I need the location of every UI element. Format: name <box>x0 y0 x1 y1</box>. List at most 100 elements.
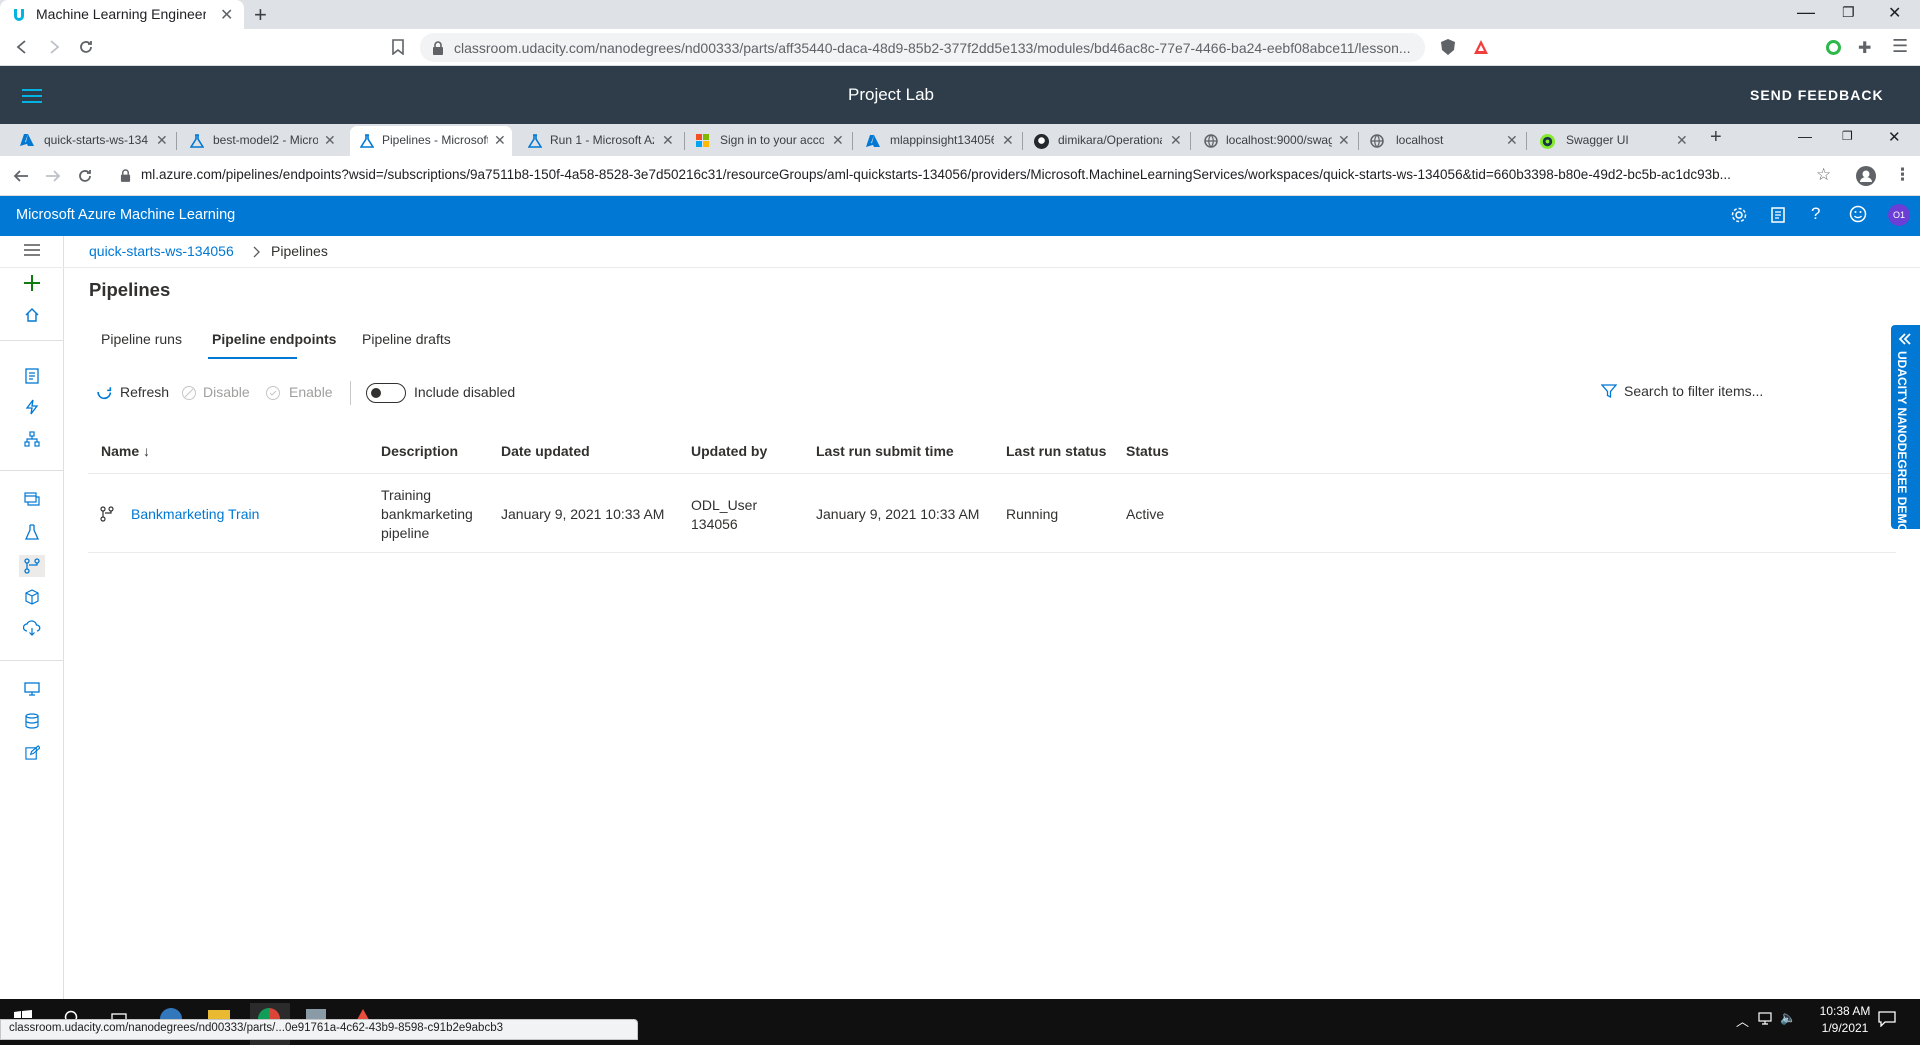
column-header-name[interactable]: Name ↓ <box>101 443 150 459</box>
pipelines-icon[interactable] <box>24 558 40 574</box>
tab-close-icon: ✕ <box>662 132 674 148</box>
inner-tab-label: localhost:9000/swagger <box>1226 133 1332 147</box>
inner-url[interactable]: ml.azure.com/pipelines/endpoints?wsid=/s… <box>141 167 1801 182</box>
models-icon[interactable] <box>24 589 40 605</box>
disable-icon <box>182 386 196 400</box>
home-icon[interactable] <box>24 307 40 323</box>
send-feedback-button[interactable]: SEND FEEDBACK <box>1750 66 1884 124</box>
compute-icon[interactable] <box>24 681 40 697</box>
brave-shield-icon[interactable] <box>1440 38 1456 56</box>
taskbar-clock[interactable]: 10:38 AM 1/9/2021 <box>1800 1003 1890 1037</box>
datastores-icon[interactable] <box>25 713 39 729</box>
column-header-description[interactable]: Description <box>381 443 458 459</box>
avatar[interactable]: O1 <box>1888 204 1910 226</box>
inner-minimize-icon[interactable]: — <box>1798 128 1812 144</box>
inner-tab-active[interactable]: Pipelines - Microsoft ✕ <box>350 126 512 156</box>
azure-title: Microsoft Azure Machine Learning <box>16 207 236 223</box>
restore-icon[interactable]: ❐ <box>1842 4 1855 21</box>
inner-tab[interactable]: best-model2 - Microsoft ✕ <box>190 126 340 156</box>
star-icon[interactable]: ☆ <box>1816 165 1831 185</box>
inner-tab[interactable]: Sign in to your account ✕ <box>694 126 846 156</box>
disable-button[interactable]: Disable <box>203 384 250 400</box>
forward-icon[interactable] <box>46 39 62 55</box>
tab-pipeline-runs[interactable]: Pipeline runs <box>101 331 182 347</box>
breadcrumb-workspace-link[interactable]: quick-starts-ws-134056 <box>89 243 234 259</box>
include-disabled-toggle[interactable] <box>366 383 406 403</box>
cell-description-line: bankmarketing <box>381 506 473 522</box>
feedback-smiley-icon[interactable] <box>1849 205 1867 223</box>
inner-tab[interactable]: localhost ✕ <box>1370 126 1520 156</box>
tab-pipeline-drafts[interactable]: Pipeline drafts <box>362 331 451 347</box>
outer-url[interactable]: classroom.udacity.com/nanodegrees/nd0033… <box>454 40 1414 56</box>
column-header-date-updated[interactable]: Date updated <box>501 443 590 459</box>
tray-chevron-icon[interactable]: ︿ <box>1736 1011 1749 1030</box>
extension-green-icon[interactable] <box>1826 40 1841 55</box>
inner-forward-icon[interactable] <box>45 168 61 184</box>
project-lab-title: Project Lab <box>848 85 934 104</box>
tab-close-icon: ✕ <box>1170 132 1182 148</box>
inner-reload-icon[interactable] <box>77 168 93 184</box>
automated-ml-icon[interactable] <box>24 399 40 415</box>
tab-close-icon: ✕ <box>156 132 168 148</box>
volume-muted-icon[interactable]: 🔈 <box>1780 1010 1796 1026</box>
udacity-demo-label: UDACITY NANODEGREE DEMO <box>1895 351 1909 533</box>
back-icon[interactable] <box>14 39 30 55</box>
tab-close-icon: ✕ <box>324 132 336 148</box>
notebooks-icon[interactable] <box>25 368 39 384</box>
new-tab-icon[interactable]: + <box>254 2 267 28</box>
data-labeling-icon[interactable] <box>25 745 40 760</box>
inner-tab-label: mlappinsight134056 <box>890 133 994 147</box>
pipeline-name-link[interactable]: Bankmarketing Train <box>131 505 259 524</box>
column-header-status[interactable]: Status <box>1126 443 1169 459</box>
table-row[interactable] <box>88 474 1896 552</box>
refresh-button[interactable]: Refresh <box>120 384 169 400</box>
include-disabled-label: Include disabled <box>414 384 516 400</box>
extensions-puzzle-icon[interactable]: ✚ <box>1858 38 1871 58</box>
column-header-last-run-submit-time[interactable]: Last run submit time <box>816 443 954 459</box>
profile-icon[interactable] <box>1856 166 1876 186</box>
kebab-menu-icon[interactable]: ⋮ <box>1894 165 1911 185</box>
bookmark-icon[interactable] <box>391 39 405 55</box>
designer-icon[interactable] <box>24 431 40 447</box>
reload-icon[interactable] <box>78 39 94 55</box>
outer-tab-close-icon[interactable]: ✕ <box>220 5 233 25</box>
inner-tab[interactable]: localhost:9000/swagger ✕ <box>1204 126 1354 156</box>
inner-tab[interactable]: mlappinsight134056 ✕ <box>864 126 1016 156</box>
brave-rewards-icon[interactable] <box>1473 39 1489 55</box>
enable-button[interactable]: Enable <box>289 384 333 400</box>
cell-description-line: pipeline <box>381 525 430 541</box>
inner-restore-icon[interactable]: ❐ <box>1842 129 1853 143</box>
filter-icon <box>1601 383 1617 399</box>
network-icon[interactable] <box>1758 1012 1776 1026</box>
inner-tab-label: Sign in to your account <box>720 133 824 147</box>
inner-new-tab-icon[interactable]: + <box>1710 126 1722 149</box>
collapse-nav-icon[interactable] <box>24 244 40 256</box>
inner-tab[interactable]: quick-starts-ws-134056 ✕ <box>18 126 170 156</box>
cell-updated-by-line: 134056 <box>691 516 738 532</box>
search-filter-input[interactable]: Search to filter items... <box>1624 383 1824 399</box>
experiments-icon[interactable] <box>25 524 39 540</box>
inner-tab[interactable]: Swagger UI ✕ <box>1540 126 1690 156</box>
inner-back-icon[interactable] <box>13 168 29 184</box>
inner-tab-label: Run 1 - Microsoft Azure <box>550 133 654 147</box>
menu-icon[interactable]: ☰ <box>1892 36 1908 57</box>
udacity-demo-banner[interactable]: UDACITY NANODEGREE DEMO <box>1891 325 1920 533</box>
datasets-icon[interactable] <box>24 491 40 507</box>
endpoints-icon[interactable] <box>23 620 41 636</box>
tab-pipeline-endpoints[interactable]: Pipeline endpoints <box>212 331 336 347</box>
inner-tab[interactable]: Run 1 - Microsoft Azure ✕ <box>526 126 678 156</box>
column-header-last-run-status[interactable]: Last run status <box>1006 443 1106 459</box>
notification-center-icon[interactable] <box>1878 1011 1896 1027</box>
settings-icon[interactable] <box>1730 206 1748 224</box>
create-new-icon[interactable] <box>23 274 41 292</box>
column-header-updated-by[interactable]: Updated by <box>691 443 767 459</box>
help-icon[interactable]: ? <box>1811 204 1820 224</box>
inner-tab[interactable]: dimikara/Operationalizing ✕ <box>1032 126 1184 156</box>
minimize-icon[interactable]: — <box>1797 2 1815 23</box>
refresh-icon[interactable] <box>96 384 113 401</box>
notifications-icon[interactable] <box>1770 206 1788 224</box>
tab-close-icon: ✕ <box>1338 132 1350 148</box>
close-window-icon[interactable]: ✕ <box>1888 3 1901 23</box>
inner-close-window-icon[interactable]: ✕ <box>1888 128 1901 146</box>
tab-close-icon: ✕ <box>832 132 844 148</box>
